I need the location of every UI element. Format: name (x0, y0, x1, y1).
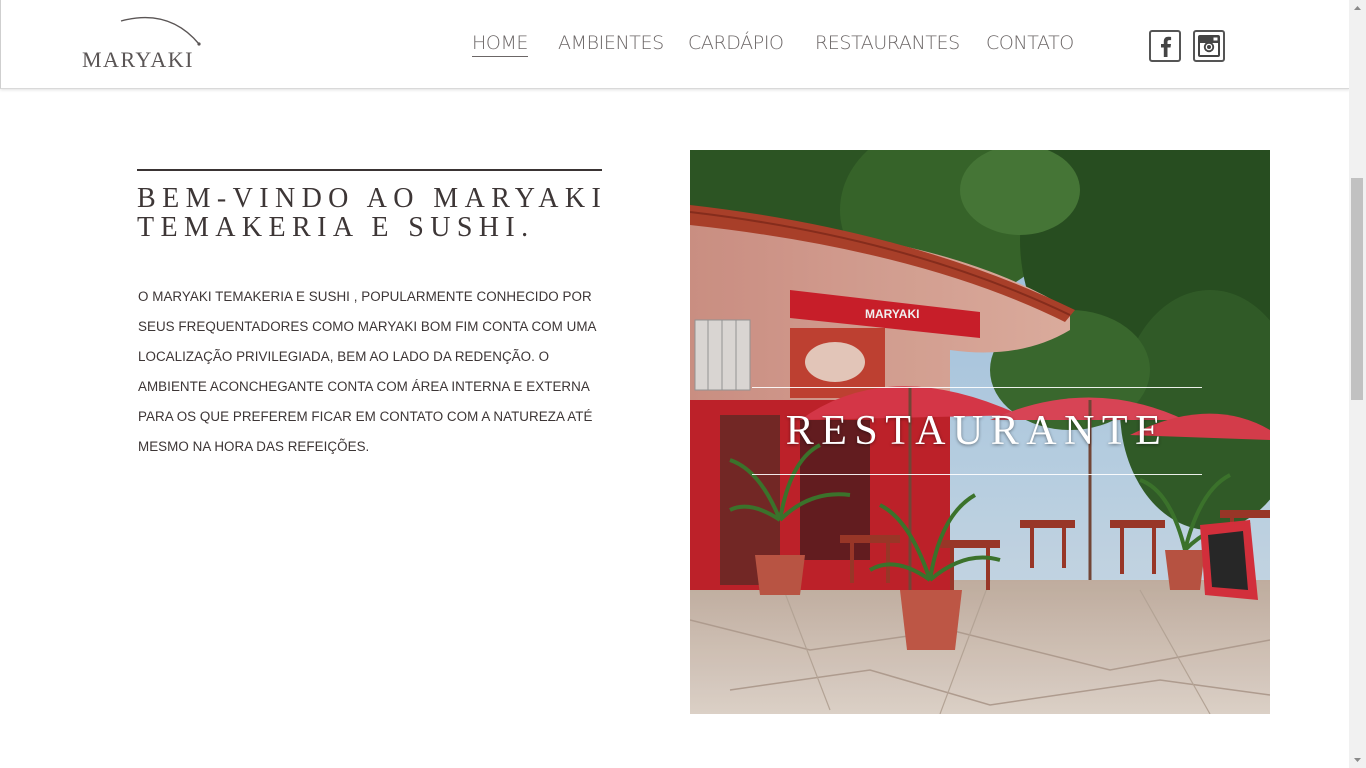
instagram-icon (1198, 35, 1220, 57)
welcome-title-line-2: TEMAKERIA E SUSHI. (137, 212, 535, 243)
welcome-description: O MARYAKI TEMAKERIA E SUSHI , POPULARMEN… (138, 282, 608, 462)
nav-ambientes[interactable]: AMBIENTES (558, 32, 664, 54)
page-scrollbar[interactable] (1349, 0, 1366, 768)
title-rule (137, 169, 602, 171)
welcome-title: BEM-VINDO AO MARYAKI TEMAKERIA E SUSHI. (137, 184, 617, 242)
nav-cardapio[interactable]: CARDÁPIO (688, 32, 784, 54)
nav-restaurantes[interactable]: RESTAURANTES (815, 32, 960, 54)
photo-label: RESTAURANTE (752, 387, 1202, 475)
nav-home[interactable]: HOME (472, 32, 528, 57)
restaurant-photo[interactable]: MARYAKI RESTAURANTE (690, 150, 1270, 714)
nav-contato[interactable]: CONTATO (986, 32, 1074, 54)
site-header: MARYAKI HOME AMBIENTES CARDÁPIO RESTAURA… (0, 0, 1350, 89)
description-line: PARA OS QUE PREFEREM FICAR EM CONTATO CO… (138, 409, 593, 424)
scroll-up-icon[interactable] (1349, 0, 1366, 17)
description-line: LOCALIZAÇÃO PRIVILEGIADA, BEM AO LADO DA… (138, 349, 550, 364)
description-line: O MARYAKI TEMAKERIA E SUSHI , POPULARMEN… (138, 289, 592, 304)
logo-arc-icon (120, 16, 201, 46)
facebook-icon (1161, 36, 1172, 57)
scroll-down-icon[interactable] (1349, 751, 1366, 768)
description-line: MESMO NA HORA DAS REFEIÇÕES. (138, 439, 370, 454)
logo-text: MARYAKI (82, 47, 194, 72)
welcome-title-line-1: BEM-VINDO AO MARYAKI (137, 183, 608, 214)
instagram-button[interactable] (1193, 30, 1225, 62)
description-line: SEUS FREQUENTADORES COMO MARYAKI BOM FIM… (138, 319, 597, 334)
description-line: AMBIENTE ACONCHEGANTE CONTA COM ÁREA INT… (138, 379, 590, 394)
facebook-button[interactable] (1149, 30, 1181, 62)
scroll-thumb[interactable] (1351, 178, 1363, 400)
logo[interactable]: MARYAKI (81, 14, 205, 72)
